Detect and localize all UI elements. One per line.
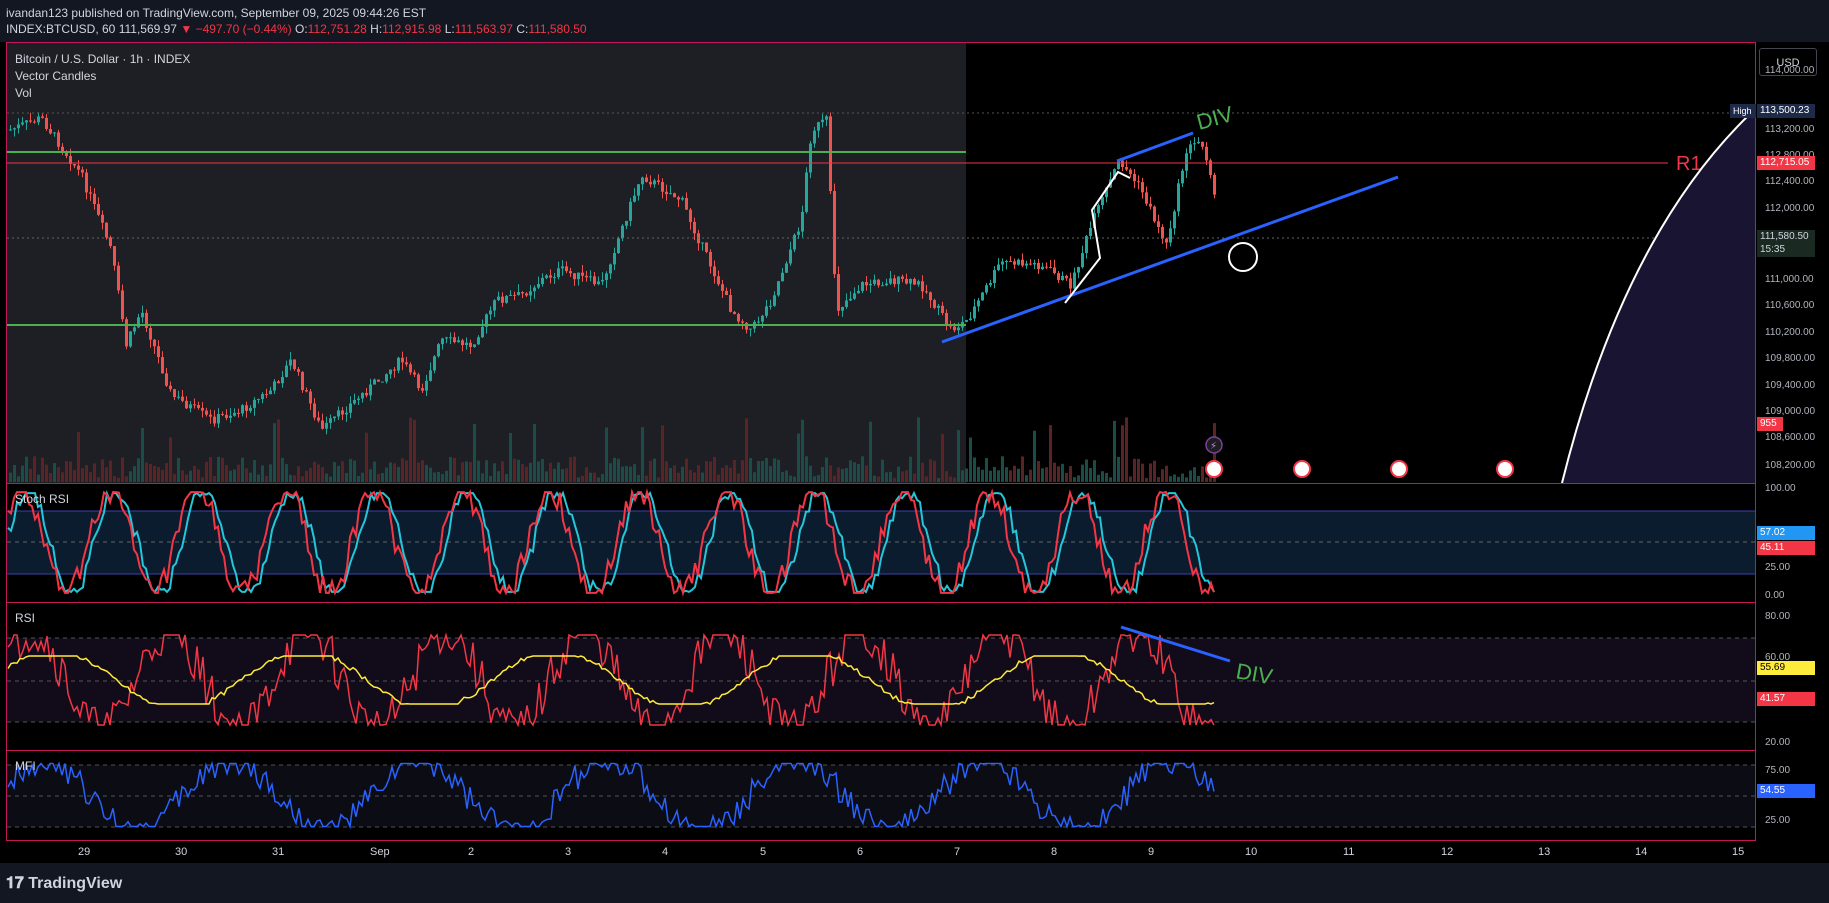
countdown-label: 15:35 [1757,243,1815,257]
brand-name: TradingView [28,875,123,892]
pane-separator[interactable] [6,483,1756,484]
mfi-tick: 75.00 [1765,765,1791,776]
stoch-d-label: 45.11 [1757,541,1815,555]
price-tick: 108,200.00 [1765,460,1816,471]
price-tick: 114,000.00 [1765,65,1815,76]
time-label: 11 [1343,846,1355,858]
price-tick: 111,000.00 [1765,274,1814,285]
high-tag: High [1730,104,1756,118]
time-label: 4 [662,846,669,858]
chart-frame [6,42,1756,841]
time-label: 12 [1441,846,1454,858]
time-label: Sep [370,846,390,858]
rsi-title[interactable]: RSI [15,611,35,625]
time-label: 13 [1538,846,1551,858]
rsi-ma-label: 55.69 [1757,661,1815,675]
pane-separator[interactable] [6,602,1756,603]
mfi-title[interactable]: MFI [15,759,36,773]
price-tick: 110,200.00 [1765,327,1815,338]
tv-logo-icon: 𝟏𝟕 [6,875,24,892]
r1-price-label: 112,715.05 [1757,156,1815,170]
time-label: 2 [468,846,475,858]
price-tick: 109,400.00 [1765,380,1816,391]
time-label: 3 [565,846,572,858]
time-label: 6 [857,846,864,858]
mfi-tick: 25.00 [1765,815,1791,826]
price-tick: 110,600.00 [1765,300,1815,311]
indicator-volume[interactable]: Vol [15,86,32,100]
time-label: 15 [1732,846,1745,858]
price-tick: 112,000.00 [1765,203,1815,214]
price-tick: 108,600.00 [1765,432,1816,443]
rsi-value-label: 41.57 [1757,692,1815,706]
mfi-value-label: 54.55 [1757,784,1815,798]
time-label: 30 [175,846,188,858]
indicator-vector-candles[interactable]: Vector Candles [15,69,96,83]
price-tick: 109,800.00 [1765,353,1816,364]
high-value-label: 113,500.23 [1757,104,1815,118]
rsi-tick: 20.00 [1765,737,1791,748]
time-label: 29 [78,846,91,858]
rsi-tick: 80.00 [1765,611,1791,622]
time-label: 8 [1051,846,1058,858]
time-label: 9 [1148,846,1155,858]
time-label: 14 [1635,846,1648,858]
symbol-title[interactable]: Bitcoin / U.S. Dollar · 1h · INDEX [15,52,190,66]
volume-value-label: 955 [1757,417,1783,431]
tradingview-logo[interactable]: 𝟏𝟕 TradingView [6,875,122,893]
stoch-rsi-title[interactable]: Stoch RSI [15,492,69,506]
pane-separator[interactable] [6,750,1756,751]
time-label: 7 [954,846,961,858]
stoch-tick: 100.00 [1765,483,1796,494]
stoch-tick: 0.00 [1765,590,1785,601]
time-label: 10 [1245,846,1258,858]
price-tick: 112,400.00 [1765,176,1815,187]
stoch-tick: 25.00 [1765,562,1791,573]
time-label: 5 [760,846,767,858]
time-label: 31 [272,846,285,858]
footer [0,863,1829,903]
price-tick: 113,200.00 [1765,124,1815,135]
price-tick: 109,000.00 [1765,406,1816,417]
last-price-label: 111,580.50 [1757,230,1815,244]
stoch-k-label: 57.02 [1757,526,1815,540]
time-axis[interactable] [6,841,1756,863]
